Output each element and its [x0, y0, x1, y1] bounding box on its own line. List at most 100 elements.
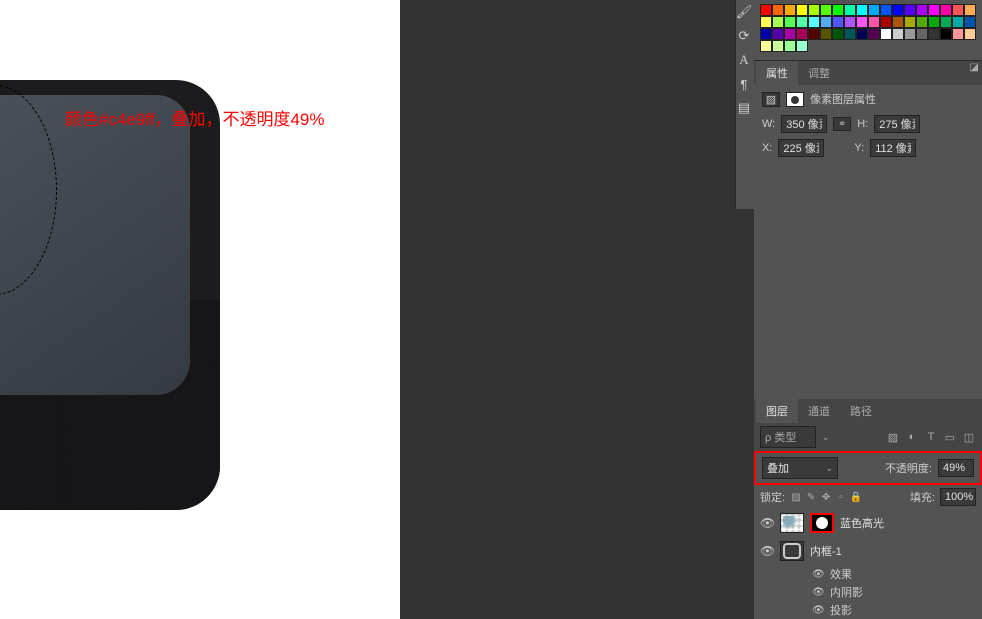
- swatch-color[interactable]: [808, 16, 820, 28]
- swatch-color[interactable]: [796, 16, 808, 28]
- notes-icon[interactable]: ▤: [736, 96, 752, 120]
- swatch-color[interactable]: [856, 4, 868, 16]
- swatch-color[interactable]: [940, 16, 952, 28]
- swatch-color[interactable]: [784, 16, 796, 28]
- swatch-color[interactable]: [856, 28, 868, 40]
- swatch-color[interactable]: [868, 16, 880, 28]
- height-input[interactable]: [874, 115, 920, 133]
- tab-paths[interactable]: 路径: [840, 399, 882, 423]
- canvas-area[interactable]: 颜色#c4e9ff，叠加，不透明度49%: [0, 0, 400, 619]
- swatch-color[interactable]: [904, 28, 916, 40]
- lock-all-icon[interactable]: 🔒: [850, 491, 862, 503]
- swatch-color[interactable]: [844, 4, 856, 16]
- swatch-color[interactable]: [820, 16, 832, 28]
- swatch-color[interactable]: [928, 28, 940, 40]
- swatch-color[interactable]: [880, 16, 892, 28]
- swatch-color[interactable]: [784, 4, 796, 16]
- paragraph-icon[interactable]: ¶: [736, 72, 752, 96]
- y-input[interactable]: [870, 139, 916, 157]
- layer-name-label[interactable]: 蓝色高光: [840, 515, 884, 531]
- chevron-down-icon[interactable]: ⌄: [822, 432, 830, 443]
- swatch-color[interactable]: [940, 28, 952, 40]
- swatch-color[interactable]: [856, 16, 868, 28]
- swatch-color[interactable]: [832, 16, 844, 28]
- effect-visibility-icon[interactable]: 👁: [812, 569, 824, 580]
- swatch-color[interactable]: [844, 16, 856, 28]
- tab-adjustments[interactable]: 调整: [798, 61, 840, 85]
- swatch-color[interactable]: [868, 28, 880, 40]
- tab-layers[interactable]: 图层: [756, 399, 798, 423]
- swatch-color[interactable]: [844, 28, 856, 40]
- swatch-color[interactable]: [892, 4, 904, 16]
- swatch-color[interactable]: [760, 40, 772, 52]
- swatch-color[interactable]: [904, 4, 916, 16]
- filter-adjust-icon[interactable]: ◐: [905, 430, 919, 444]
- swatches-menu-icon[interactable]: ◪: [970, 62, 979, 73]
- x-input[interactable]: [778, 139, 824, 157]
- swatch-color[interactable]: [964, 28, 976, 40]
- type-tool-icon[interactable]: A: [736, 48, 752, 72]
- swatch-color[interactable]: [952, 28, 964, 40]
- swatch-color[interactable]: [760, 16, 772, 28]
- swatch-color[interactable]: [868, 4, 880, 16]
- lock-position-icon[interactable]: ✥: [820, 491, 832, 503]
- brush-tool-icon[interactable]: 🖌: [736, 0, 752, 24]
- layer-name-label[interactable]: 内框-1: [810, 543, 842, 559]
- tab-channels[interactable]: 通道: [798, 399, 840, 423]
- swatch-color[interactable]: [916, 16, 928, 28]
- filter-shape-icon[interactable]: ▭: [943, 430, 957, 444]
- swatch-color[interactable]: [820, 4, 832, 16]
- swatch-color[interactable]: [892, 16, 904, 28]
- layer-row-blue-highlight[interactable]: 👁 蓝色高光: [754, 509, 982, 537]
- lock-artboard-icon[interactable]: ▫: [835, 491, 847, 503]
- swatch-color[interactable]: [928, 4, 940, 16]
- effect-visibility-icon[interactable]: 👁: [812, 605, 824, 616]
- filter-type-icon[interactable]: T: [924, 430, 938, 444]
- swatch-color[interactable]: [928, 16, 940, 28]
- swatch-color[interactable]: [964, 4, 976, 16]
- swatch-color[interactable]: [796, 28, 808, 40]
- lock-transparent-icon[interactable]: ▨: [790, 491, 802, 503]
- width-input[interactable]: [781, 115, 827, 133]
- effect-visibility-icon[interactable]: 👁: [812, 587, 824, 598]
- swatch-color[interactable]: [760, 28, 772, 40]
- swatch-color[interactable]: [796, 40, 808, 52]
- filter-smart-icon[interactable]: ◫: [962, 430, 976, 444]
- swatch-color[interactable]: [892, 28, 904, 40]
- swatch-color[interactable]: [796, 4, 808, 16]
- layer-mask-thumbnail-highlighted[interactable]: [810, 513, 834, 533]
- swatch-color[interactable]: [760, 4, 772, 16]
- swatch-color[interactable]: [784, 28, 796, 40]
- swatch-color[interactable]: [772, 28, 784, 40]
- blend-mode-select[interactable]: 叠加⌄: [762, 457, 838, 479]
- opacity-input[interactable]: 49%: [938, 459, 974, 477]
- fill-input[interactable]: 100%: [940, 488, 976, 506]
- swatch-color[interactable]: [952, 4, 964, 16]
- layer-effect-drop-shadow[interactable]: 👁 投影: [754, 601, 982, 619]
- swatch-color[interactable]: [772, 16, 784, 28]
- swatch-color[interactable]: [832, 4, 844, 16]
- layer-visibility-icon[interactable]: 👁: [760, 516, 774, 530]
- link-dimensions-icon[interactable]: ⚭: [833, 117, 851, 131]
- tab-properties[interactable]: 属性: [756, 61, 798, 85]
- collapsed-tool-strip[interactable]: 🖌 ⟳ A ¶ ▤: [735, 0, 754, 209]
- swatch-color[interactable]: [880, 4, 892, 16]
- layer-thumbnail[interactable]: [780, 513, 804, 533]
- layer-visibility-icon[interactable]: 👁: [760, 544, 774, 558]
- layer-thumbnail-shape[interactable]: [780, 541, 804, 561]
- layer-effect-inner-shadow[interactable]: 👁 内阴影: [754, 583, 982, 601]
- swatch-color[interactable]: [916, 28, 928, 40]
- lock-image-icon[interactable]: ✎: [805, 491, 817, 503]
- swatch-color[interactable]: [808, 4, 820, 16]
- swatch-color[interactable]: [772, 4, 784, 16]
- swatch-color[interactable]: [772, 40, 784, 52]
- swatch-color[interactable]: [964, 16, 976, 28]
- swatch-color[interactable]: [784, 40, 796, 52]
- filter-image-icon[interactable]: ▨: [886, 430, 900, 444]
- swatch-color[interactable]: [832, 28, 844, 40]
- swatches-panel[interactable]: [754, 0, 982, 60]
- swatch-color[interactable]: [880, 28, 892, 40]
- swatch-color[interactable]: [820, 28, 832, 40]
- layer-filter-select[interactable]: ρ 类型: [760, 426, 816, 448]
- swatch-color[interactable]: [952, 16, 964, 28]
